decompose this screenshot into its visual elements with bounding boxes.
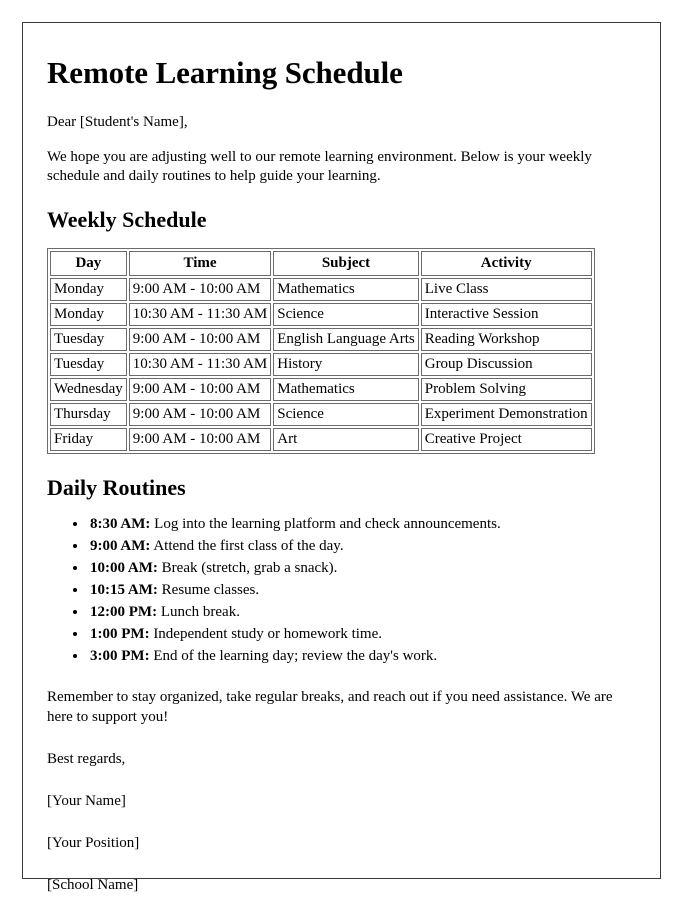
weekly-schedule-heading: Weekly Schedule [47, 207, 207, 233]
cell-time: 9:00 AM - 10:00 AM [128, 427, 272, 451]
table-header-row: Day Time Subject Activity [50, 250, 592, 276]
routine-description: Lunch break. [160, 603, 240, 620]
routine-time: 10:00 AM: [90, 559, 158, 576]
cell-activity: Group Discussion [420, 352, 592, 376]
cell-day: Wednesday [50, 377, 127, 401]
cell-activity: Problem Solving [420, 377, 592, 401]
cell-day: Monday [50, 302, 127, 326]
daily-routines-heading: Daily Routines [47, 474, 186, 500]
routine-time: 9:00 AM: [90, 538, 151, 555]
intro-paragraph: We hope you are adjusting well to our re… [47, 148, 592, 185]
table-row: Tuesday 10:30 AM - 11:30 AM History Grou… [50, 352, 592, 376]
list-item: 12:00 PM: Lunch break. [88, 602, 635, 624]
routine-description: Resume classes. [161, 581, 260, 598]
cell-day: Tuesday [50, 327, 127, 351]
cell-day: Tuesday [50, 352, 127, 376]
salutation: Dear [Student's Name], [47, 113, 188, 130]
routine-time: 3:00 PM: [90, 647, 150, 664]
table-row: Monday 10:30 AM - 11:30 AM Science Inter… [50, 302, 592, 326]
list-item: 8:30 AM: Log into the learning platform … [88, 514, 635, 536]
cell-day: Friday [50, 427, 127, 451]
cell-activity: Live Class [420, 277, 592, 301]
daily-routines-list: 8:30 AM: Log into the learning platform … [47, 514, 635, 667]
signature-your-name: [Your Name] [47, 792, 126, 809]
cell-activity: Experiment Demonstration [420, 402, 592, 426]
routine-time: 10:15 AM: [90, 581, 158, 598]
cell-time: 9:00 AM - 10:00 AM [128, 402, 272, 426]
cell-time: 10:30 AM - 11:30 AM [128, 352, 272, 376]
schedule-table-head: Day Time Subject Activity [50, 250, 592, 276]
cell-subject: Art [273, 427, 419, 451]
closing-paragraph: Remember to stay organized, take regular… [47, 689, 613, 725]
cell-subject: History [273, 352, 419, 376]
table-row: Friday 9:00 AM - 10:00 AM Art Creative P… [50, 427, 592, 451]
list-item: 9:00 AM: Attend the first class of the d… [88, 536, 635, 558]
document-page-frame: Remote Learning Schedule Dear [Student's… [22, 22, 661, 893]
document-body: Remote Learning Schedule Dear [Student's… [47, 41, 635, 896]
column-header-subject: Subject [273, 250, 419, 276]
list-item: 3:00 PM: End of the learning day; review… [88, 646, 635, 668]
table-row: Tuesday 9:00 AM - 10:00 AM English Langu… [50, 327, 592, 351]
schedule-table-body: Monday 9:00 AM - 10:00 AM Mathematics Li… [50, 277, 592, 451]
routine-description: End of the learning day; review the day'… [153, 647, 438, 664]
list-item: 1:00 PM: Independent study or homework t… [88, 624, 635, 646]
routine-description: Attend the first class of the day. [153, 538, 344, 555]
list-item: 10:00 AM: Break (stretch, grab a snack). [88, 558, 635, 580]
weekly-schedule-table: Day Time Subject Activity Monday 9:00 AM… [47, 247, 595, 454]
column-header-time: Time [128, 250, 272, 276]
column-header-activity: Activity [420, 250, 592, 276]
cell-time: 9:00 AM - 10:00 AM [128, 327, 272, 351]
signature-school-name: [School Name] [47, 877, 139, 894]
cell-day: Monday [50, 277, 127, 301]
table-row: Wednesday 9:00 AM - 10:00 AM Mathematics… [50, 377, 592, 401]
routine-description: Independent study or homework time. [153, 625, 383, 642]
cell-activity: Creative Project [420, 427, 592, 451]
cell-subject: Mathematics [273, 377, 419, 401]
signature-your-position: [Your Position] [47, 835, 140, 852]
cell-subject: Science [273, 402, 419, 426]
cell-activity: Reading Workshop [420, 327, 592, 351]
routine-description: Log into the learning platform and check… [154, 516, 501, 533]
routine-time: 1:00 PM: [90, 625, 150, 642]
cell-subject: English Language Arts [273, 327, 419, 351]
cell-day: Thursday [50, 402, 127, 426]
routine-description: Break (stretch, grab a snack). [161, 559, 338, 576]
cell-subject: Mathematics [273, 277, 419, 301]
sign-off: Best regards, [47, 750, 126, 767]
list-item: 10:15 AM: Resume classes. [88, 580, 635, 602]
cell-time: 9:00 AM - 10:00 AM [128, 277, 272, 301]
routine-time: 12:00 PM: [90, 603, 158, 620]
cell-subject: Science [273, 302, 419, 326]
routine-time: 8:30 AM: [90, 516, 151, 533]
column-header-day: Day [50, 250, 127, 276]
cell-time: 10:30 AM - 11:30 AM [128, 302, 272, 326]
table-row: Thursday 9:00 AM - 10:00 AM Science Expe… [50, 402, 592, 426]
cell-activity: Interactive Session [420, 302, 592, 326]
cell-time: 9:00 AM - 10:00 AM [128, 377, 272, 401]
table-row: Monday 9:00 AM - 10:00 AM Mathematics Li… [50, 277, 592, 301]
page-title: Remote Learning Schedule [47, 55, 403, 90]
